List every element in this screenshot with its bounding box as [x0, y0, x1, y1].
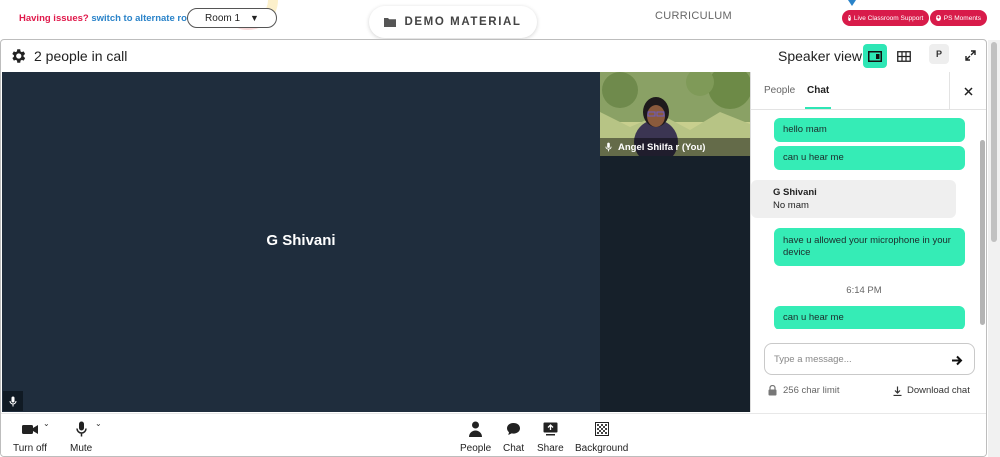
page-scrollbar[interactable] [988, 40, 1000, 457]
video-camera-icon [21, 424, 38, 434]
microphone-icon [605, 142, 612, 152]
grid-layout-icon [897, 50, 911, 62]
active-tab-indicator [805, 107, 831, 109]
speaker-layout-icon [868, 50, 882, 62]
self-tile-name: Angel Shilfa r (You) [618, 141, 706, 153]
share-label: Share [537, 443, 564, 454]
message-list[interactable]: hello mam can u hear me G Shivani No mam… [751, 110, 986, 329]
alternate-room-link[interactable]: switch to alternate room [91, 13, 201, 24]
ps-moments-label: PS Moments [943, 14, 981, 22]
issues-question: Having issues? [19, 13, 89, 24]
speaker-name: G Shivani [266, 232, 336, 249]
pointer-marker-icon [848, 0, 856, 6]
microphone-icon [75, 421, 87, 437]
message-outgoing: hello mam [774, 118, 965, 142]
demo-material-button[interactable]: DEMO MATERIAL [369, 6, 537, 38]
room-select-value: Room 1 [205, 12, 241, 24]
background-label: Background [575, 443, 629, 454]
call-toolbar: Turn off ⌄ Mute ⌄ People Chat Share Back… [1, 413, 986, 456]
message-incoming: G Shivani No mam [751, 180, 956, 218]
background-button[interactable]: Background [575, 419, 628, 454]
room-select[interactable]: Room 1 ▼ [187, 8, 277, 28]
grid-view-button[interactable] [892, 44, 916, 68]
self-tile-label: Angel Shilfa r (You) [600, 138, 750, 156]
camera-toggle-button[interactable]: Turn off [13, 419, 47, 454]
chat-panel-tabs: People Chat [751, 72, 986, 110]
background-pattern-icon [594, 422, 609, 436]
fullscreen-button[interactable] [960, 44, 980, 66]
download-chat-button[interactable]: Download chat [893, 385, 970, 396]
curriculum-tab[interactable]: CURRICULUM [655, 10, 732, 22]
message-sender: G Shivani [773, 187, 817, 198]
chat-message-input[interactable] [774, 351, 944, 367]
chat-scrollbar[interactable] [978, 110, 986, 329]
tab-people[interactable]: People [764, 85, 795, 96]
call-header: 2 people in call Speaker view P [1, 40, 986, 72]
chat-bubble-icon [507, 423, 521, 435]
folder-icon [384, 18, 397, 27]
message-text: No mam [773, 200, 809, 211]
message-outgoing: can u hear me [774, 306, 965, 329]
lock-icon [768, 385, 777, 396]
view-mode-label: Speaker view [778, 48, 863, 64]
self-video-tile[interactable]: Angel Shilfa r (You) [600, 72, 750, 156]
download-icon [893, 386, 902, 396]
close-circle-icon: × [848, 15, 851, 21]
live-support-button[interactable]: × Live Classroom Support [842, 10, 929, 26]
live-support-label: Live Classroom Support [853, 14, 924, 22]
ps-moments-button[interactable]: ✦ PS Moments [930, 10, 987, 26]
speaker-mic-indicator [3, 391, 23, 411]
speaker-view-button[interactable] [863, 44, 887, 68]
send-button[interactable] [948, 351, 966, 369]
camera-toggle-label: Turn off [13, 443, 47, 454]
close-icon [964, 86, 973, 96]
call-window: 2 people in call Speaker view P G Shivan… [0, 39, 987, 457]
people-label: People [460, 443, 492, 454]
mic-options-chevron-icon[interactable]: ⌄ [95, 419, 102, 428]
share-button[interactable]: Share [537, 419, 564, 454]
issues-notice: Having issues? switch to alternate room [19, 13, 201, 24]
message-timestamp: 6:14 PM [846, 285, 882, 296]
char-limit: 256 char limit [768, 385, 840, 396]
demo-material-label: DEMO MATERIAL [404, 16, 522, 28]
caret-down-icon: ▼ [250, 13, 259, 23]
microphone-icon [9, 396, 17, 406]
camera-options-chevron-icon[interactable]: ⌄ [43, 419, 50, 428]
person-icon [469, 421, 483, 437]
chat-scrollbar-thumb[interactable] [980, 140, 985, 325]
expand-icon [964, 49, 976, 61]
participant-column: Angel Shilfa r (You) [600, 72, 750, 412]
download-chat-label: Download chat [907, 385, 970, 396]
star-circle-icon: ✦ [936, 15, 941, 21]
page-scrollbar-thumb[interactable] [991, 42, 997, 242]
char-limit-text: 256 char limit [783, 385, 840, 396]
arrow-right-icon [952, 355, 963, 365]
message-outgoing: can u hear me [774, 146, 965, 170]
chat-panel: People Chat hello mam can u hear me G Sh… [750, 72, 986, 412]
people-button[interactable]: People [460, 419, 491, 454]
chat-label: Chat [503, 443, 525, 454]
mute-button[interactable]: Mute [70, 419, 92, 454]
top-bar: Having issues? switch to alternate room … [0, 0, 1000, 40]
close-panel-button[interactable] [949, 72, 986, 110]
chat-input-box [764, 343, 975, 375]
mute-label: Mute [70, 443, 93, 454]
participant-badge[interactable]: P [929, 44, 949, 64]
share-screen-icon [543, 422, 558, 436]
message-outgoing: have u allowed your microphone in your d… [774, 228, 965, 266]
speaker-stage[interactable]: G Shivani [2, 72, 600, 412]
tab-chat[interactable]: Chat [807, 85, 829, 96]
chat-button[interactable]: Chat [503, 419, 524, 454]
people-count: 2 people in call [34, 48, 128, 64]
gear-icon[interactable] [9, 47, 27, 65]
